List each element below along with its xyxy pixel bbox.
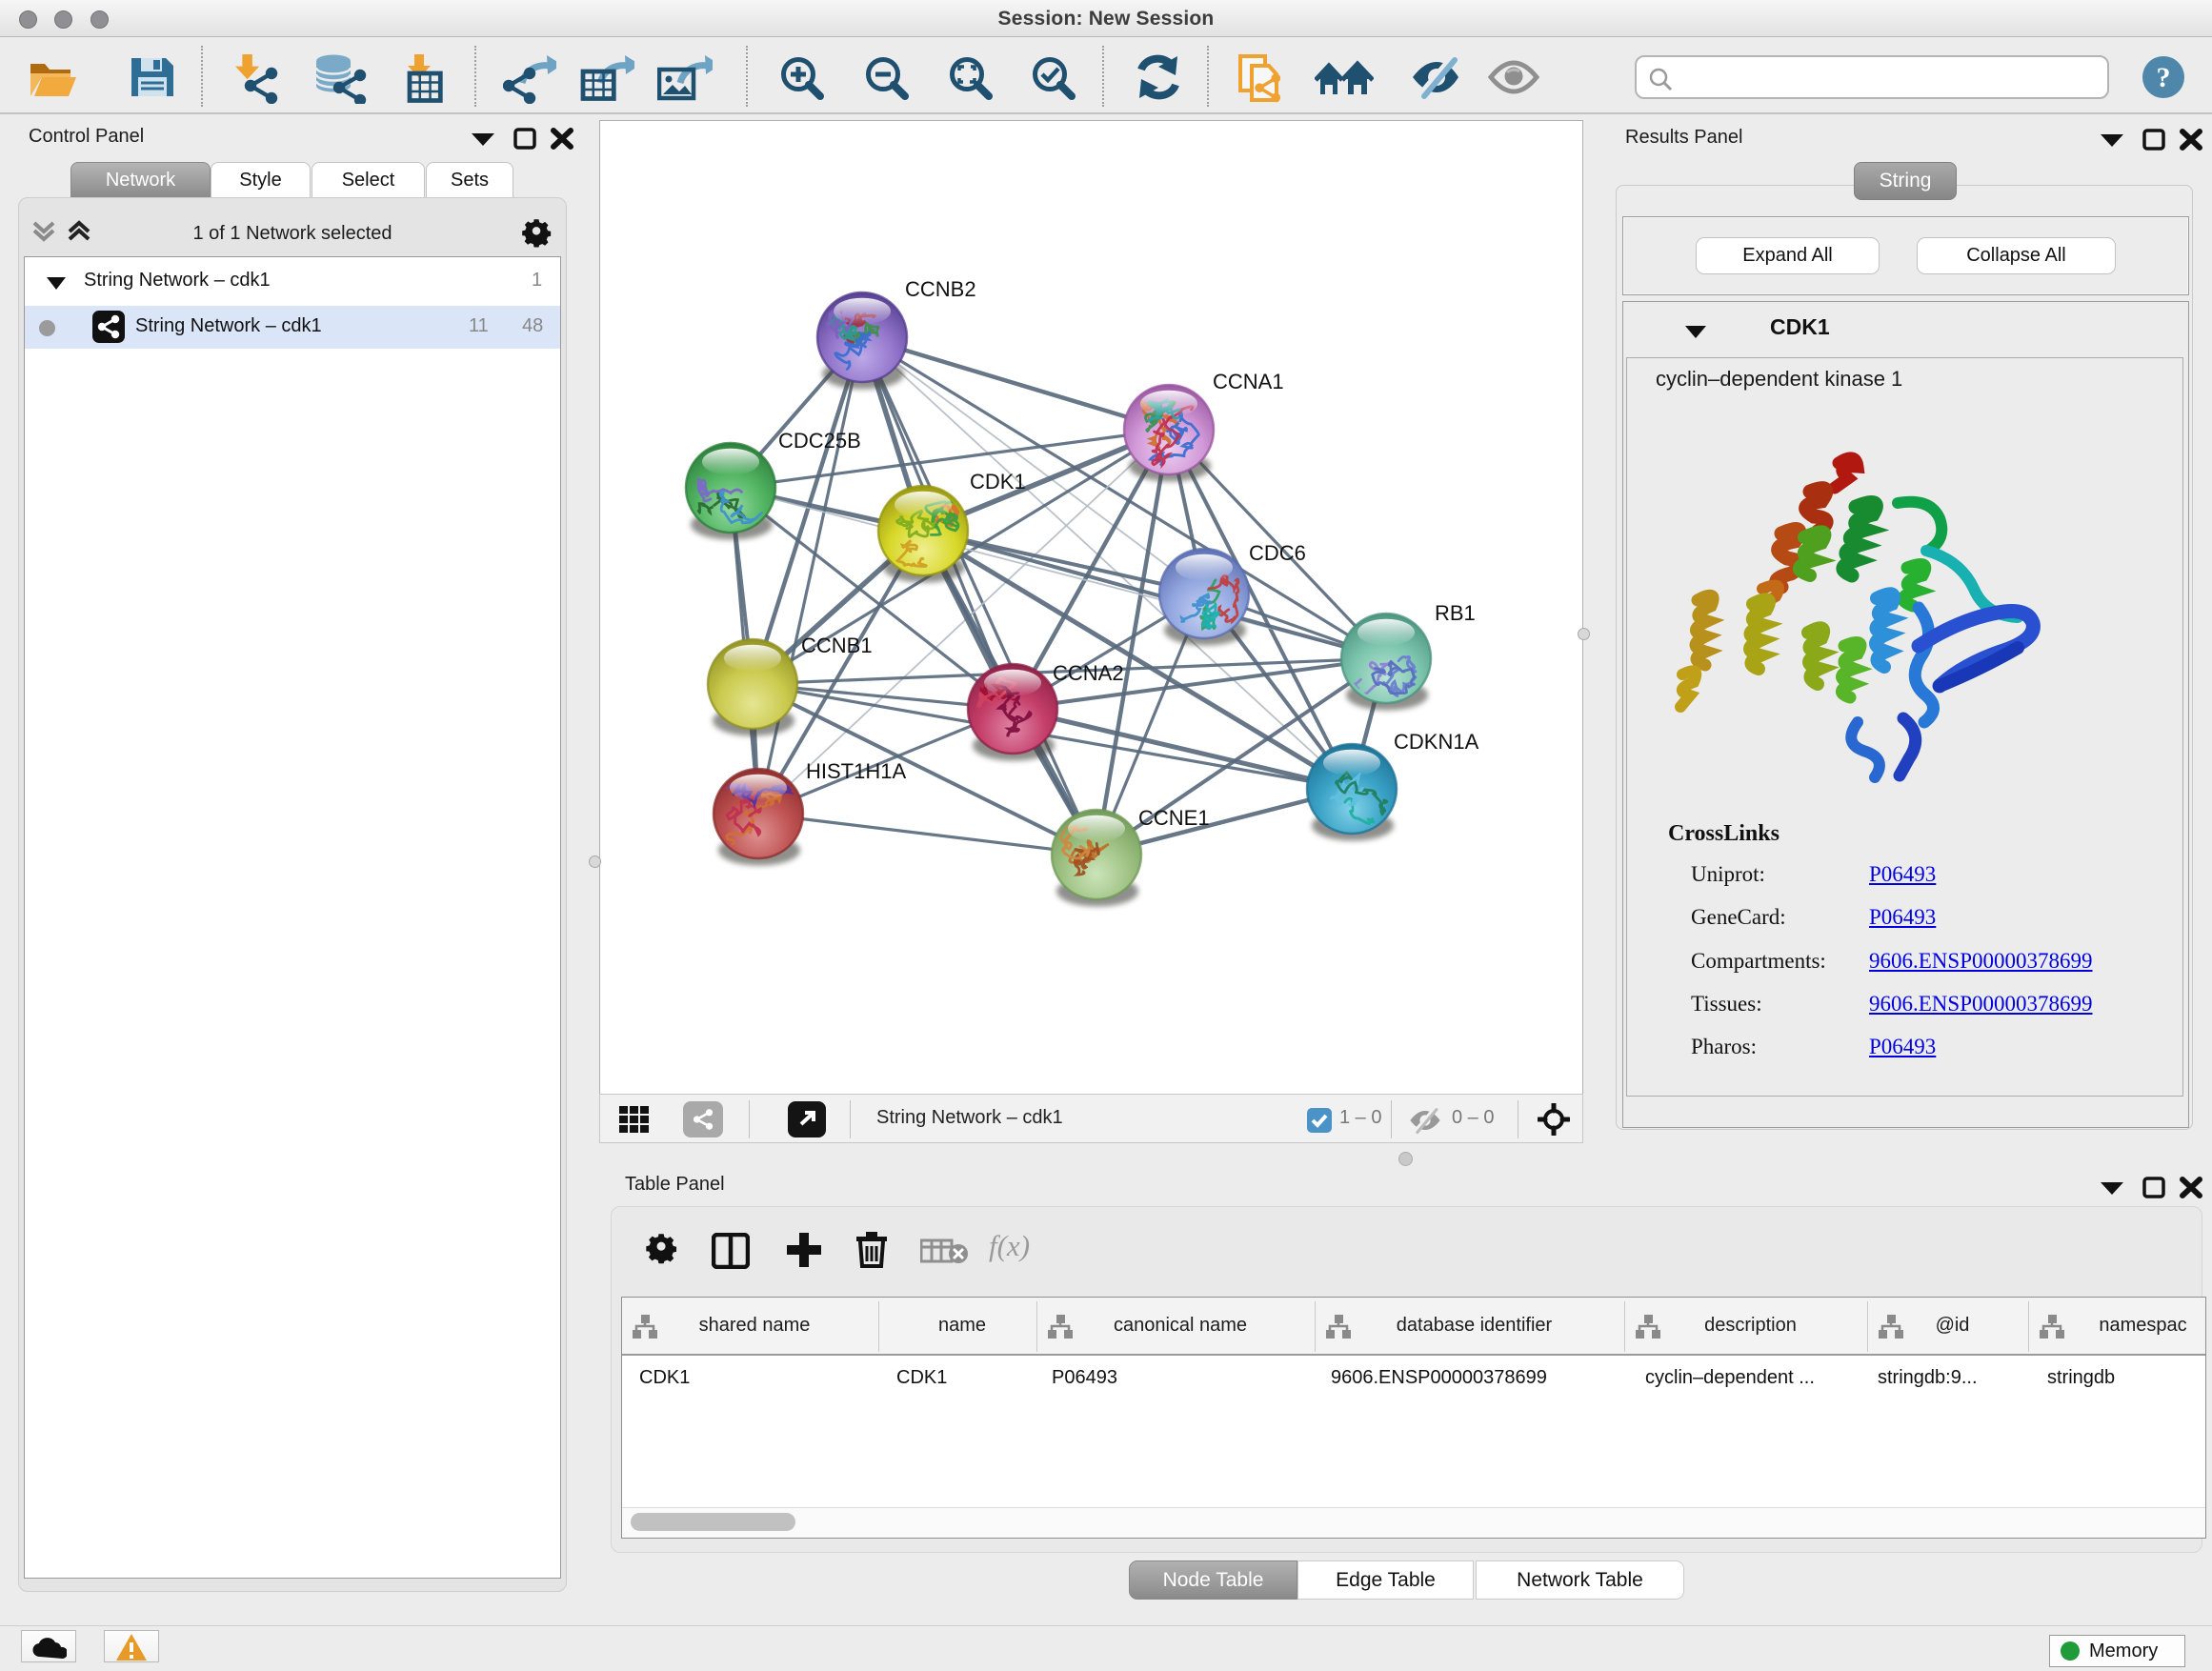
svg-text:CCNA2: CCNA2 (1053, 661, 1124, 685)
svg-text:CDK1: CDK1 (970, 470, 1026, 493)
svg-text:CCNB2: CCNB2 (905, 277, 976, 301)
svg-text:CCNB1: CCNB1 (801, 634, 873, 657)
svg-text:CDC6: CDC6 (1249, 541, 1306, 565)
svg-text:HIST1H1A: HIST1H1A (806, 759, 906, 783)
svg-text:CDKN1A: CDKN1A (1394, 730, 1479, 754)
svg-text:CCNE1: CCNE1 (1138, 806, 1210, 830)
svg-text:RB1: RB1 (1435, 601, 1476, 625)
svg-text:CCNA1: CCNA1 (1213, 370, 1284, 393)
svg-text:?: ? (2157, 62, 2171, 93)
svg-text:CDC25B: CDC25B (778, 429, 861, 453)
